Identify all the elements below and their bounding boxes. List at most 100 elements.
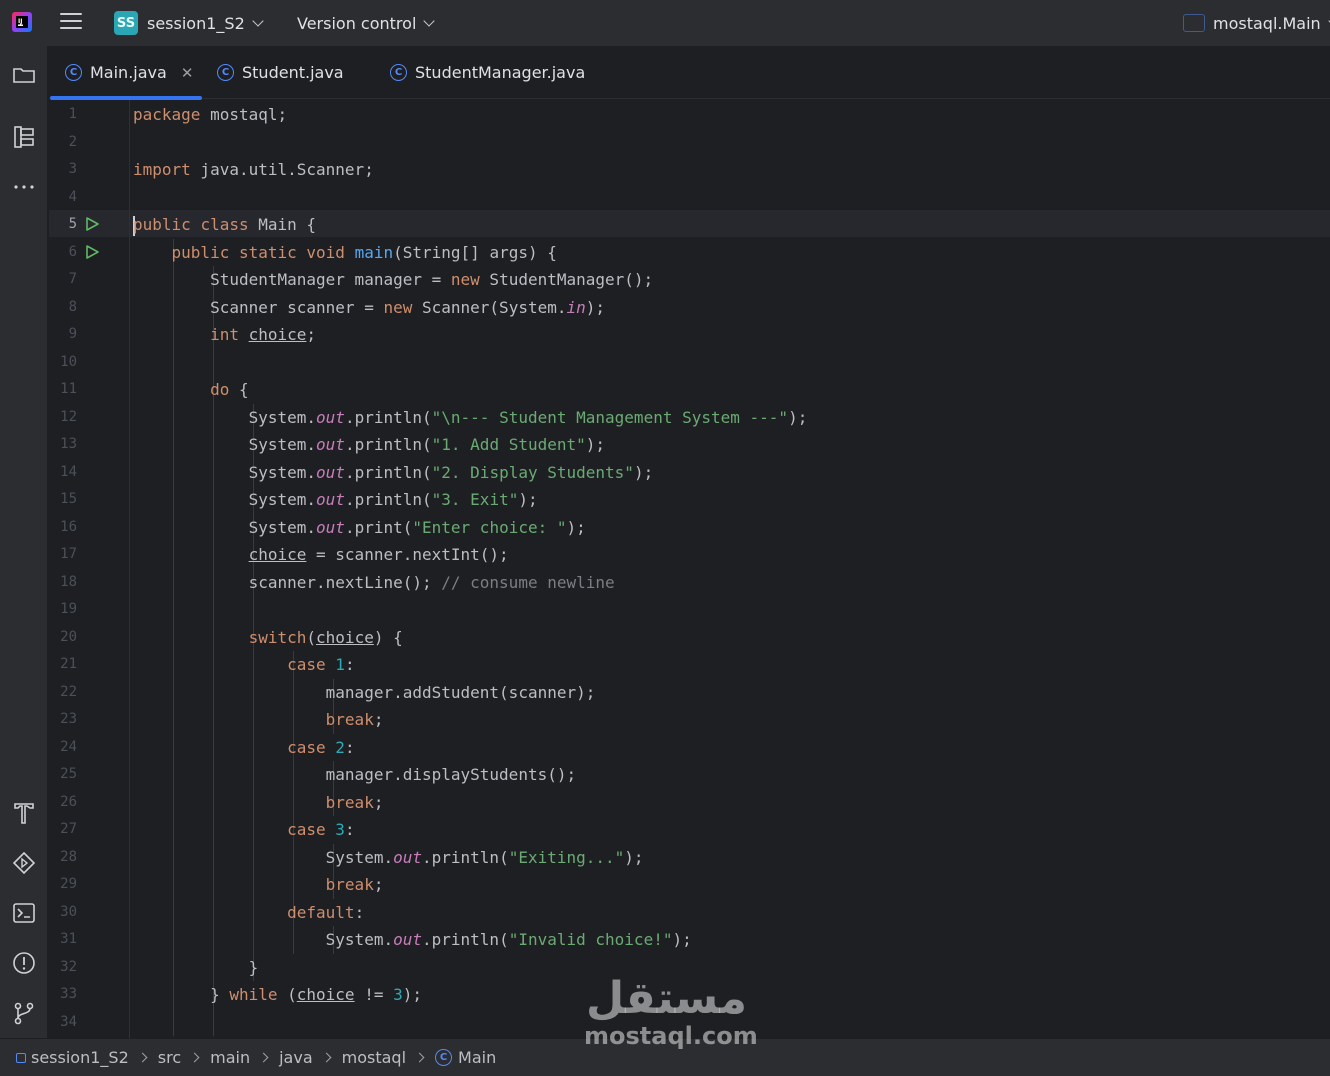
code-line[interactable]: manager.addStudent(scanner); (133, 679, 596, 706)
line-number: 31 (60, 931, 77, 947)
code-line[interactable]: System.out.println("Invalid choice!"); (133, 926, 692, 953)
run-gutter-icon[interactable] (85, 217, 99, 231)
line-number: 3 (68, 161, 77, 177)
project-folder-icon[interactable] (11, 62, 37, 88)
code-line[interactable]: break; (133, 706, 384, 733)
breadcrumb-java[interactable]: java (279, 1048, 313, 1067)
line-number: 7 (68, 271, 77, 287)
class-icon: C (435, 1049, 453, 1066)
code-line[interactable]: StudentManager manager = new StudentMana… (133, 266, 653, 293)
code-line[interactable]: public class Main { (133, 211, 316, 238)
breadcrumb-project[interactable]: session1_S2 (31, 1048, 129, 1067)
line-number: 13 (60, 436, 77, 452)
code-line[interactable]: System.out.println("2. Display Students"… (133, 459, 654, 486)
line-number: 21 (60, 656, 77, 672)
svg-text:IJ: IJ (18, 18, 22, 25)
code-line[interactable]: System.out.print("Enter choice: "); (133, 514, 586, 541)
git-branch-icon[interactable] (11, 1000, 37, 1026)
chevron-right-icon (414, 1052, 425, 1063)
more-tools-icon[interactable] (11, 174, 37, 200)
code-line[interactable]: public static void main(String[] args) { (133, 239, 557, 266)
code-line[interactable]: System.out.println("1. Add Student"); (133, 431, 605, 458)
code-line[interactable]: do { (133, 376, 249, 403)
code-line[interactable]: break; (133, 871, 384, 898)
problems-icon[interactable] (11, 950, 37, 976)
line-number: 4 (68, 188, 77, 205)
line-number: 23 (60, 711, 77, 727)
code-line[interactable]: package mostaql; (133, 101, 287, 128)
run-config-icon (1183, 14, 1205, 32)
build-hammer-icon[interactable] (11, 800, 37, 826)
code-line[interactable]: System.out.println("3. Exit"); (133, 486, 538, 513)
terminal-icon[interactable] (11, 900, 37, 926)
line-number: 1 (68, 106, 77, 122)
mostaql-watermark: مستقل mostaql.com (584, 973, 758, 1050)
code-line[interactable]: case 2: (133, 734, 354, 761)
version-control-label: Version control (297, 13, 417, 33)
code-line[interactable]: break; (133, 789, 384, 816)
structure-icon[interactable] (11, 124, 37, 150)
code-editor[interactable]: 1 package mostaql; 2 3 import java.util.Scan… (49, 100, 1330, 1038)
gutter-divider (129, 100, 130, 1038)
code-line[interactable]: } while (choice != 3); (133, 981, 422, 1008)
breadcrumb-class[interactable]: Main (458, 1048, 496, 1067)
close-icon[interactable]: ✕ (181, 64, 194, 82)
code-line[interactable]: } (133, 954, 259, 981)
run-config-label: mostaql.Main (1213, 13, 1321, 33)
line-number: 34 (60, 1013, 77, 1030)
line-number: 17 (60, 546, 77, 562)
class-icon: C (65, 64, 82, 81)
module-icon (16, 1052, 26, 1063)
line-number: 15 (60, 491, 77, 507)
run-services-icon[interactable] (11, 850, 37, 876)
project-selector[interactable]: SS session1_S2 (114, 10, 264, 36)
line-number: 10 (60, 353, 77, 370)
line-number: 25 (60, 766, 77, 782)
intellij-logo-icon[interactable]: IJ (11, 11, 33, 33)
version-control-menu[interactable]: Version control (297, 10, 436, 36)
class-icon: C (217, 64, 234, 81)
run-configuration-selector[interactable]: mostaql.Main (1183, 10, 1330, 36)
class-icon: C (390, 64, 407, 81)
line-number: 22 (60, 683, 77, 700)
code-line[interactable]: case 3: (133, 816, 354, 843)
line-number: 30 (60, 903, 77, 920)
code-line[interactable]: int choice; (133, 321, 316, 348)
watermark-arabic: مستقل (586, 973, 747, 1024)
tab-main-java[interactable]: C Main.java ✕ (50, 46, 202, 100)
code-line[interactable]: System.out.println("Exiting..."); (133, 844, 644, 871)
code-line[interactable]: default: (133, 899, 364, 926)
code-line[interactable]: switch(choice) { (133, 624, 403, 651)
code-line[interactable]: System.out.println("\n--- Student Manage… (133, 404, 808, 431)
chevron-down-icon (423, 14, 436, 27)
code-line[interactable]: manager.displayStudents(); (133, 761, 576, 788)
line-number: 2 (68, 133, 77, 150)
main-menu-icon[interactable] (60, 13, 82, 33)
line-number: 27 (60, 821, 77, 837)
breadcrumb-main[interactable]: main (210, 1048, 250, 1067)
line-number: 9 (68, 326, 77, 342)
run-gutter-icon[interactable] (85, 244, 99, 259)
tool-window-bar (0, 46, 48, 1038)
project-badge: SS (114, 11, 138, 35)
chevron-right-icon (321, 1052, 332, 1063)
breadcrumb-package[interactable]: mostaql (342, 1048, 406, 1067)
code-line[interactable]: case 1: (133, 651, 354, 678)
tab-student-java[interactable]: C Student.java (217, 46, 344, 99)
line-number: 20 (60, 628, 77, 645)
line-number: 32 (60, 958, 77, 975)
chevron-right-icon (137, 1052, 148, 1063)
breadcrumb-src[interactable]: src (158, 1048, 181, 1067)
code-line[interactable]: choice = scanner.nextInt(); (133, 541, 509, 568)
editor-tabs: C Main.java ✕ C Student.java C StudentMa… (49, 46, 1330, 100)
line-number: 29 (60, 876, 77, 892)
code-line[interactable]: import java.util.Scanner; (133, 156, 374, 183)
project-name: session1_S2 (147, 13, 245, 33)
chevron-right-icon (189, 1052, 200, 1063)
tab-label: Student.java (242, 63, 344, 82)
line-number: 14 (60, 463, 77, 480)
code-line[interactable]: Scanner scanner = new Scanner(System.in)… (133, 294, 605, 321)
breadcrumb: session1_S2 src main java mostaql C Main (16, 1048, 496, 1067)
tab-studentmanager-java[interactable]: C StudentManager.java (390, 46, 585, 99)
code-line[interactable]: scanner.nextLine(); // consume newline (133, 569, 615, 596)
